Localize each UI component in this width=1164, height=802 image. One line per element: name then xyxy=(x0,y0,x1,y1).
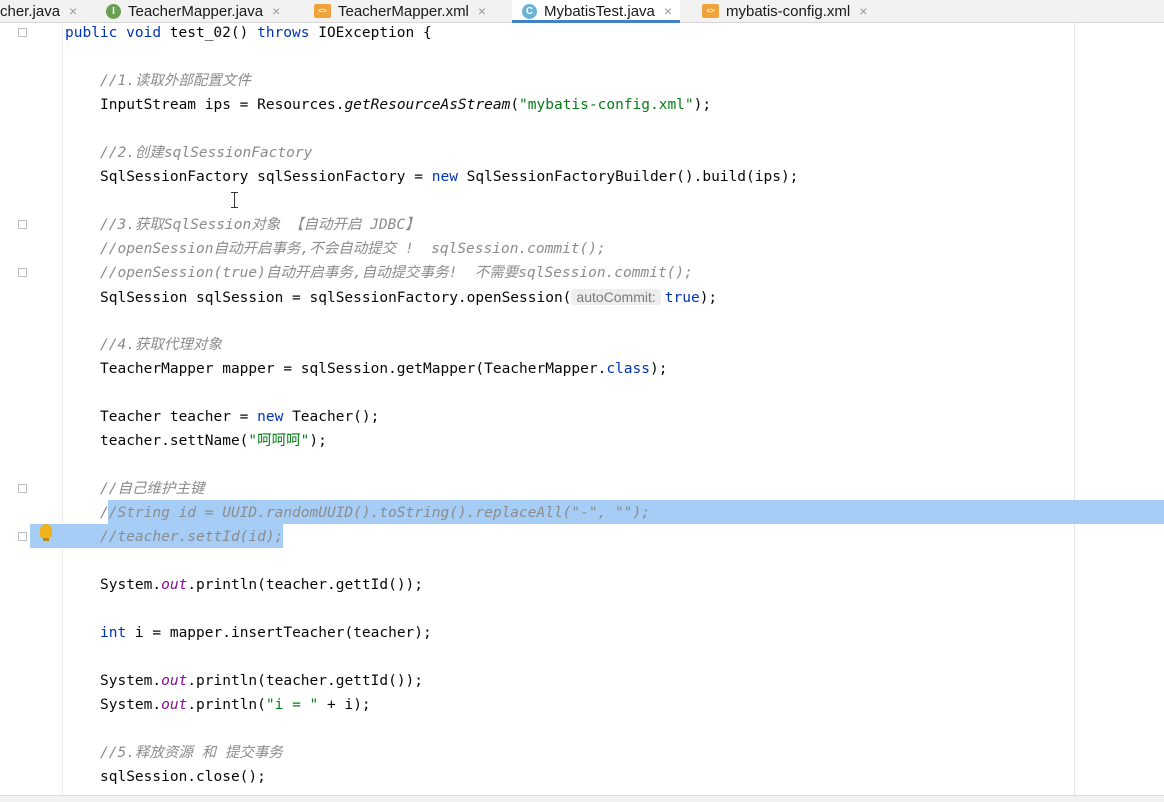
tab-teachermapper-xml[interactable]: <> TeacherMapper.xml × xyxy=(314,0,486,22)
xml-file-icon: <> xyxy=(314,4,331,18)
code-line: Teacher teacher = new Teacher(); xyxy=(100,409,380,425)
code-comment: //自己维护主键 xyxy=(100,481,205,497)
close-icon[interactable]: × xyxy=(859,3,867,19)
code-comment: //3.获取SqlSession对象 【自动开启 JDBC】 xyxy=(100,217,420,233)
code-line: int i = mapper.insertTeacher(teacher); xyxy=(100,625,432,641)
code-line: sqlSession.close(); xyxy=(100,769,266,785)
fold-marker-icon[interactable] xyxy=(18,268,27,277)
tab-label: TeacherMapper.java xyxy=(128,2,264,20)
class-file-icon: C xyxy=(522,3,537,19)
code-comment: //String id = UUID.randomUUID().toString… xyxy=(100,505,650,521)
editor-tab-bar: cher.java × I TeacherMapper.java × <> Te… xyxy=(0,0,1164,23)
code-line: System.out.println("i = " + i); xyxy=(100,697,371,713)
code-comment: //4.获取代理对象 xyxy=(100,337,222,353)
code-comment: //2.创建sqlSessionFactory xyxy=(100,145,313,161)
tab-label: MybatisTest.java xyxy=(544,2,655,20)
code-line: SqlSessionFactory sqlSessionFactory = ne… xyxy=(100,169,799,185)
code-line: SqlSession sqlSession = sqlSessionFactor… xyxy=(100,289,718,306)
tab-teacher-java[interactable]: cher.java × xyxy=(0,0,77,22)
code-comment: //1.读取外部配置文件 xyxy=(100,73,251,89)
code-line: teacher.settName("呵呵呵"); xyxy=(100,433,327,449)
fold-marker-icon[interactable] xyxy=(18,484,27,493)
code-line: TeacherMapper mapper = sqlSession.getMap… xyxy=(100,361,668,377)
close-icon[interactable]: × xyxy=(272,3,280,19)
gutter-divider xyxy=(62,23,63,795)
close-icon[interactable]: × xyxy=(478,3,486,19)
xml-file-icon: <> xyxy=(702,4,719,18)
tab-teachermapper-java[interactable]: I TeacherMapper.java × xyxy=(106,0,280,22)
close-icon[interactable]: × xyxy=(664,3,672,19)
editor-gutter[interactable] xyxy=(0,23,62,795)
fold-marker-icon[interactable] xyxy=(18,532,27,541)
code-line: System.out.println(teacher.gettId()); xyxy=(100,673,424,689)
code-comment: //teacher.settId(id); xyxy=(100,529,284,545)
parameter-hint: autoCommit: xyxy=(571,289,661,305)
tab-label: mybatis-config.xml xyxy=(726,2,851,20)
tab-mybatis-config-xml[interactable]: <> mybatis-config.xml × xyxy=(702,0,867,22)
close-icon[interactable]: × xyxy=(69,3,77,19)
right-margin-guide xyxy=(1074,23,1075,795)
fold-marker-icon[interactable] xyxy=(18,220,27,229)
code-comment: //openSession(true)自动开启事务,自动提交事务! 不需要sql… xyxy=(100,265,693,281)
code-line: public void test_02() throws IOException… xyxy=(65,25,432,41)
code-line: System.out.println(teacher.gettId()); xyxy=(100,577,424,593)
fold-marker-icon[interactable] xyxy=(18,28,27,37)
code-comment: //5.释放资源 和 提交事务 xyxy=(100,745,283,761)
interface-file-icon: I xyxy=(106,3,121,19)
tab-label: cher.java xyxy=(0,2,61,20)
tab-label: TeacherMapper.xml xyxy=(338,2,469,20)
intention-bulb-icon[interactable] xyxy=(40,524,52,541)
code-line: InputStream ips = Resources.getResourceA… xyxy=(100,97,712,113)
text-cursor-icon xyxy=(231,192,238,208)
code-comment: //openSession自动开启事务,不会自动提交 ! sqlSession.… xyxy=(100,241,606,257)
tab-mybatistest-java[interactable]: C MybatisTest.java × xyxy=(512,0,681,23)
